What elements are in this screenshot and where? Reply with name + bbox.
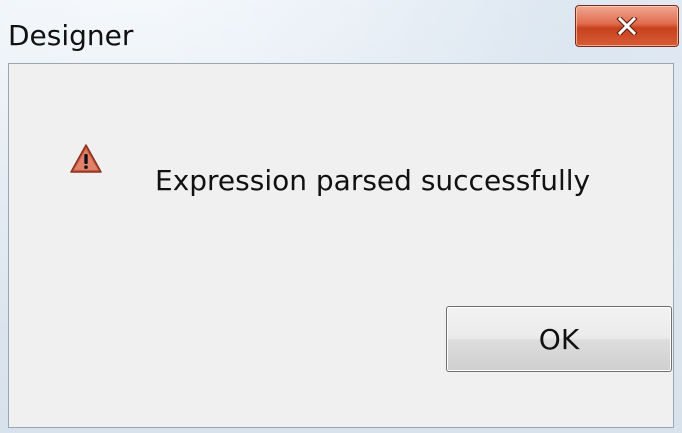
title-bar[interactable]: Designer: [0, 0, 682, 64]
close-button[interactable]: [575, 5, 679, 47]
window-title: Designer: [8, 19, 134, 52]
close-icon: [576, 6, 678, 46]
warning-icon: [69, 143, 103, 175]
dialog-body: Expression parsed successfully OK: [8, 63, 674, 428]
ok-button[interactable]: OK: [446, 306, 672, 372]
dialog-message: Expression parsed successfully: [155, 164, 591, 197]
dialog-window: Designer Expression parsed successfully: [0, 0, 682, 433]
